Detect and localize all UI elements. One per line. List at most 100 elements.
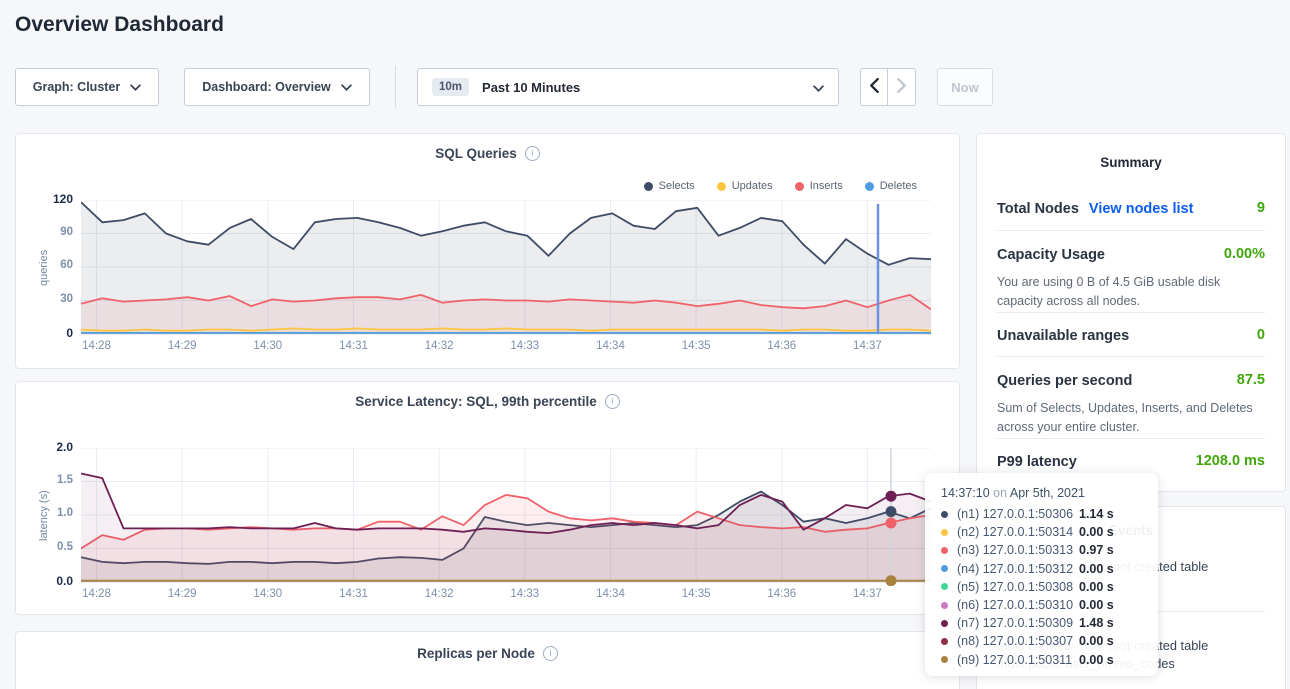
legend-item-updates[interactable]: Updates <box>717 180 773 192</box>
capacity-usage-value: 0.00% <box>1224 246 1265 262</box>
node-value: 0.00 s <box>1079 580 1114 594</box>
chart-title: Service Latency: SQL, 99th percentile <box>355 394 597 409</box>
sql-queries-chart[interactable] <box>81 200 933 340</box>
legend-item-deletes[interactable]: Deletes <box>865 180 917 192</box>
chevron-down-icon <box>130 80 141 94</box>
service-latency-panel: Service Latency: SQL, 99th percentile i … <box>15 381 960 615</box>
queries-per-second-subtext: Sum of Selects, Updates, Inserts, and De… <box>997 399 1269 437</box>
capacity-usage-label: Capacity Usage <box>997 247 1105 263</box>
time-range-selector[interactable]: 10m Past 10 Minutes <box>417 68 839 106</box>
node-address: (n4) 127.0.0.1:50312 <box>957 562 1079 576</box>
chart-title: SQL Queries <box>435 146 517 161</box>
node-value: 0.00 s <box>1079 525 1114 539</box>
controls-divider <box>395 66 396 107</box>
tooltip-time: 14:37:10 <box>941 486 990 500</box>
node-color-dot <box>941 511 948 518</box>
legend-item-inserts[interactable]: Inserts <box>795 180 843 192</box>
time-next-button[interactable] <box>888 68 916 106</box>
x-tick-label: 14:36 <box>758 588 806 600</box>
queries-per-second-label: Queries per second <box>997 373 1132 389</box>
tooltip-timestamp: 14:37:10 on Apr 5th, 2021 <box>941 486 1142 500</box>
tooltip-node-row: (n8) 127.0.0.1:503070.00 s <box>941 632 1142 650</box>
tooltip-node-row: (n5) 127.0.0.1:503080.00 s <box>941 578 1142 596</box>
node-value: 0.00 s <box>1079 653 1114 667</box>
p99-latency-value: 1208.0 ms <box>1196 453 1265 469</box>
y-tick-label: 60 <box>16 259 73 271</box>
time-prev-button[interactable] <box>860 68 888 106</box>
total-nodes-value: 9 <box>1257 200 1265 216</box>
queries-per-second-row: Queries per second 87.5 Sum of Selects, … <box>997 372 1265 437</box>
legend-dot <box>865 182 874 191</box>
x-tick-label: 14:28 <box>73 588 121 600</box>
tooltip-node-rows: (n1) 127.0.0.1:503061.14 s(n2) 127.0.0.1… <box>941 505 1142 669</box>
node-value: 1.14 s <box>1079 507 1114 521</box>
info-icon[interactable]: i <box>543 646 558 661</box>
chart-hover-tooltip: 14:37:10 on Apr 5th, 2021 (n1) 127.0.0.1… <box>925 473 1158 676</box>
tooltip-node-row: (n2) 127.0.0.1:503140.00 s <box>941 523 1142 541</box>
x-tick-label: 14:35 <box>672 588 720 600</box>
unavailable-ranges-row: Unavailable ranges 0 <box>997 327 1265 345</box>
x-tick-label: 14:37 <box>843 588 891 600</box>
y-tick-label: 0.0 <box>16 574 73 588</box>
x-tick-label: 14:33 <box>501 340 549 352</box>
node-color-dot <box>941 602 948 609</box>
sql-queries-panel: SQL Queries i Selects Updates Inserts Delet… <box>15 133 960 369</box>
capacity-usage-row: Capacity Usage 0.00% You are using 0 B o… <box>997 246 1265 311</box>
sql-queries-legend: Selects Updates Inserts Deletes <box>644 180 917 192</box>
node-address: (n9) 127.0.0.1:50311 <box>957 653 1079 667</box>
y-tick-label: 0.5 <box>16 541 73 553</box>
summary-title: Summary <box>977 155 1285 170</box>
node-value: 0.97 s <box>1079 543 1114 557</box>
overview-dashboard-page: Overview Dashboard Graph: Cluster Dashbo… <box>0 0 1290 689</box>
x-tick-label: 14:35 <box>672 340 720 352</box>
y-tick-label: 1.0 <box>16 507 73 519</box>
node-address: (n7) 127.0.0.1:50309 <box>957 616 1079 630</box>
tooltip-node-row: (n3) 127.0.0.1:503130.97 s <box>941 541 1142 559</box>
node-value: 1.48 s <box>1079 616 1114 630</box>
graph-dropdown[interactable]: Graph: Cluster <box>15 68 159 106</box>
y-tick-label: 120 <box>16 192 73 206</box>
unavailable-ranges-value: 0 <box>1257 327 1265 343</box>
legend-dot <box>717 182 726 191</box>
y-tick-label: 1.5 <box>16 474 73 486</box>
divider <box>997 230 1265 231</box>
node-color-dot <box>941 529 948 536</box>
total-nodes-label: Total Nodes <box>997 201 1079 217</box>
x-tick-label: 14:34 <box>586 340 634 352</box>
service-latency-chart[interactable] <box>81 448 933 588</box>
chart-title: Replicas per Node <box>417 646 535 661</box>
tooltip-conj: on <box>993 486 1007 500</box>
divider <box>997 312 1265 313</box>
graph-dropdown-label: Graph: Cluster <box>33 80 121 94</box>
time-range-label: Past 10 Minutes <box>482 80 580 95</box>
node-color-dot <box>941 620 948 627</box>
divider <box>997 438 1265 439</box>
dashboard-dropdown-label: Dashboard: Overview <box>202 80 331 94</box>
node-color-dot <box>941 583 948 590</box>
node-color-dot <box>941 638 948 645</box>
replicas-per-node-panel: Replicas per Node i <box>15 631 960 689</box>
node-color-dot <box>941 565 948 572</box>
node-color-dot <box>941 547 948 554</box>
tooltip-node-row: (n1) 127.0.0.1:503061.14 s <box>941 505 1142 523</box>
x-tick-label: 14:30 <box>244 340 292 352</box>
queries-per-second-value: 87.5 <box>1237 372 1265 388</box>
legend-dot <box>644 182 653 191</box>
p99-latency-row: P99 latency 1208.0 ms <box>997 453 1265 471</box>
x-tick-label: 14:31 <box>329 340 377 352</box>
node-color-dot <box>941 656 948 663</box>
dashboard-dropdown[interactable]: Dashboard: Overview <box>184 68 370 106</box>
now-button[interactable]: Now <box>937 68 993 106</box>
service-latency-title-row: Service Latency: SQL, 99th percentile i <box>16 394 959 409</box>
y-axis-ticks: 1209060300 <box>16 200 73 335</box>
legend-item-selects[interactable]: Selects <box>644 180 695 192</box>
node-address: (n5) 127.0.0.1:50308 <box>957 580 1079 594</box>
info-icon[interactable]: i <box>525 146 540 161</box>
info-icon[interactable]: i <box>605 394 620 409</box>
x-axis-ticks: 14:2814:2914:3014:3114:3214:3314:3414:35… <box>81 340 951 356</box>
x-axis-ticks: 14:2814:2914:3014:3114:3214:3314:3414:35… <box>81 588 951 604</box>
x-tick-label: 14:34 <box>586 588 634 600</box>
view-nodes-list-link[interactable]: View nodes list <box>1089 201 1194 217</box>
divider <box>997 356 1265 357</box>
capacity-usage-subtext: You are using 0 B of 4.5 GiB usable disk… <box>997 273 1269 311</box>
